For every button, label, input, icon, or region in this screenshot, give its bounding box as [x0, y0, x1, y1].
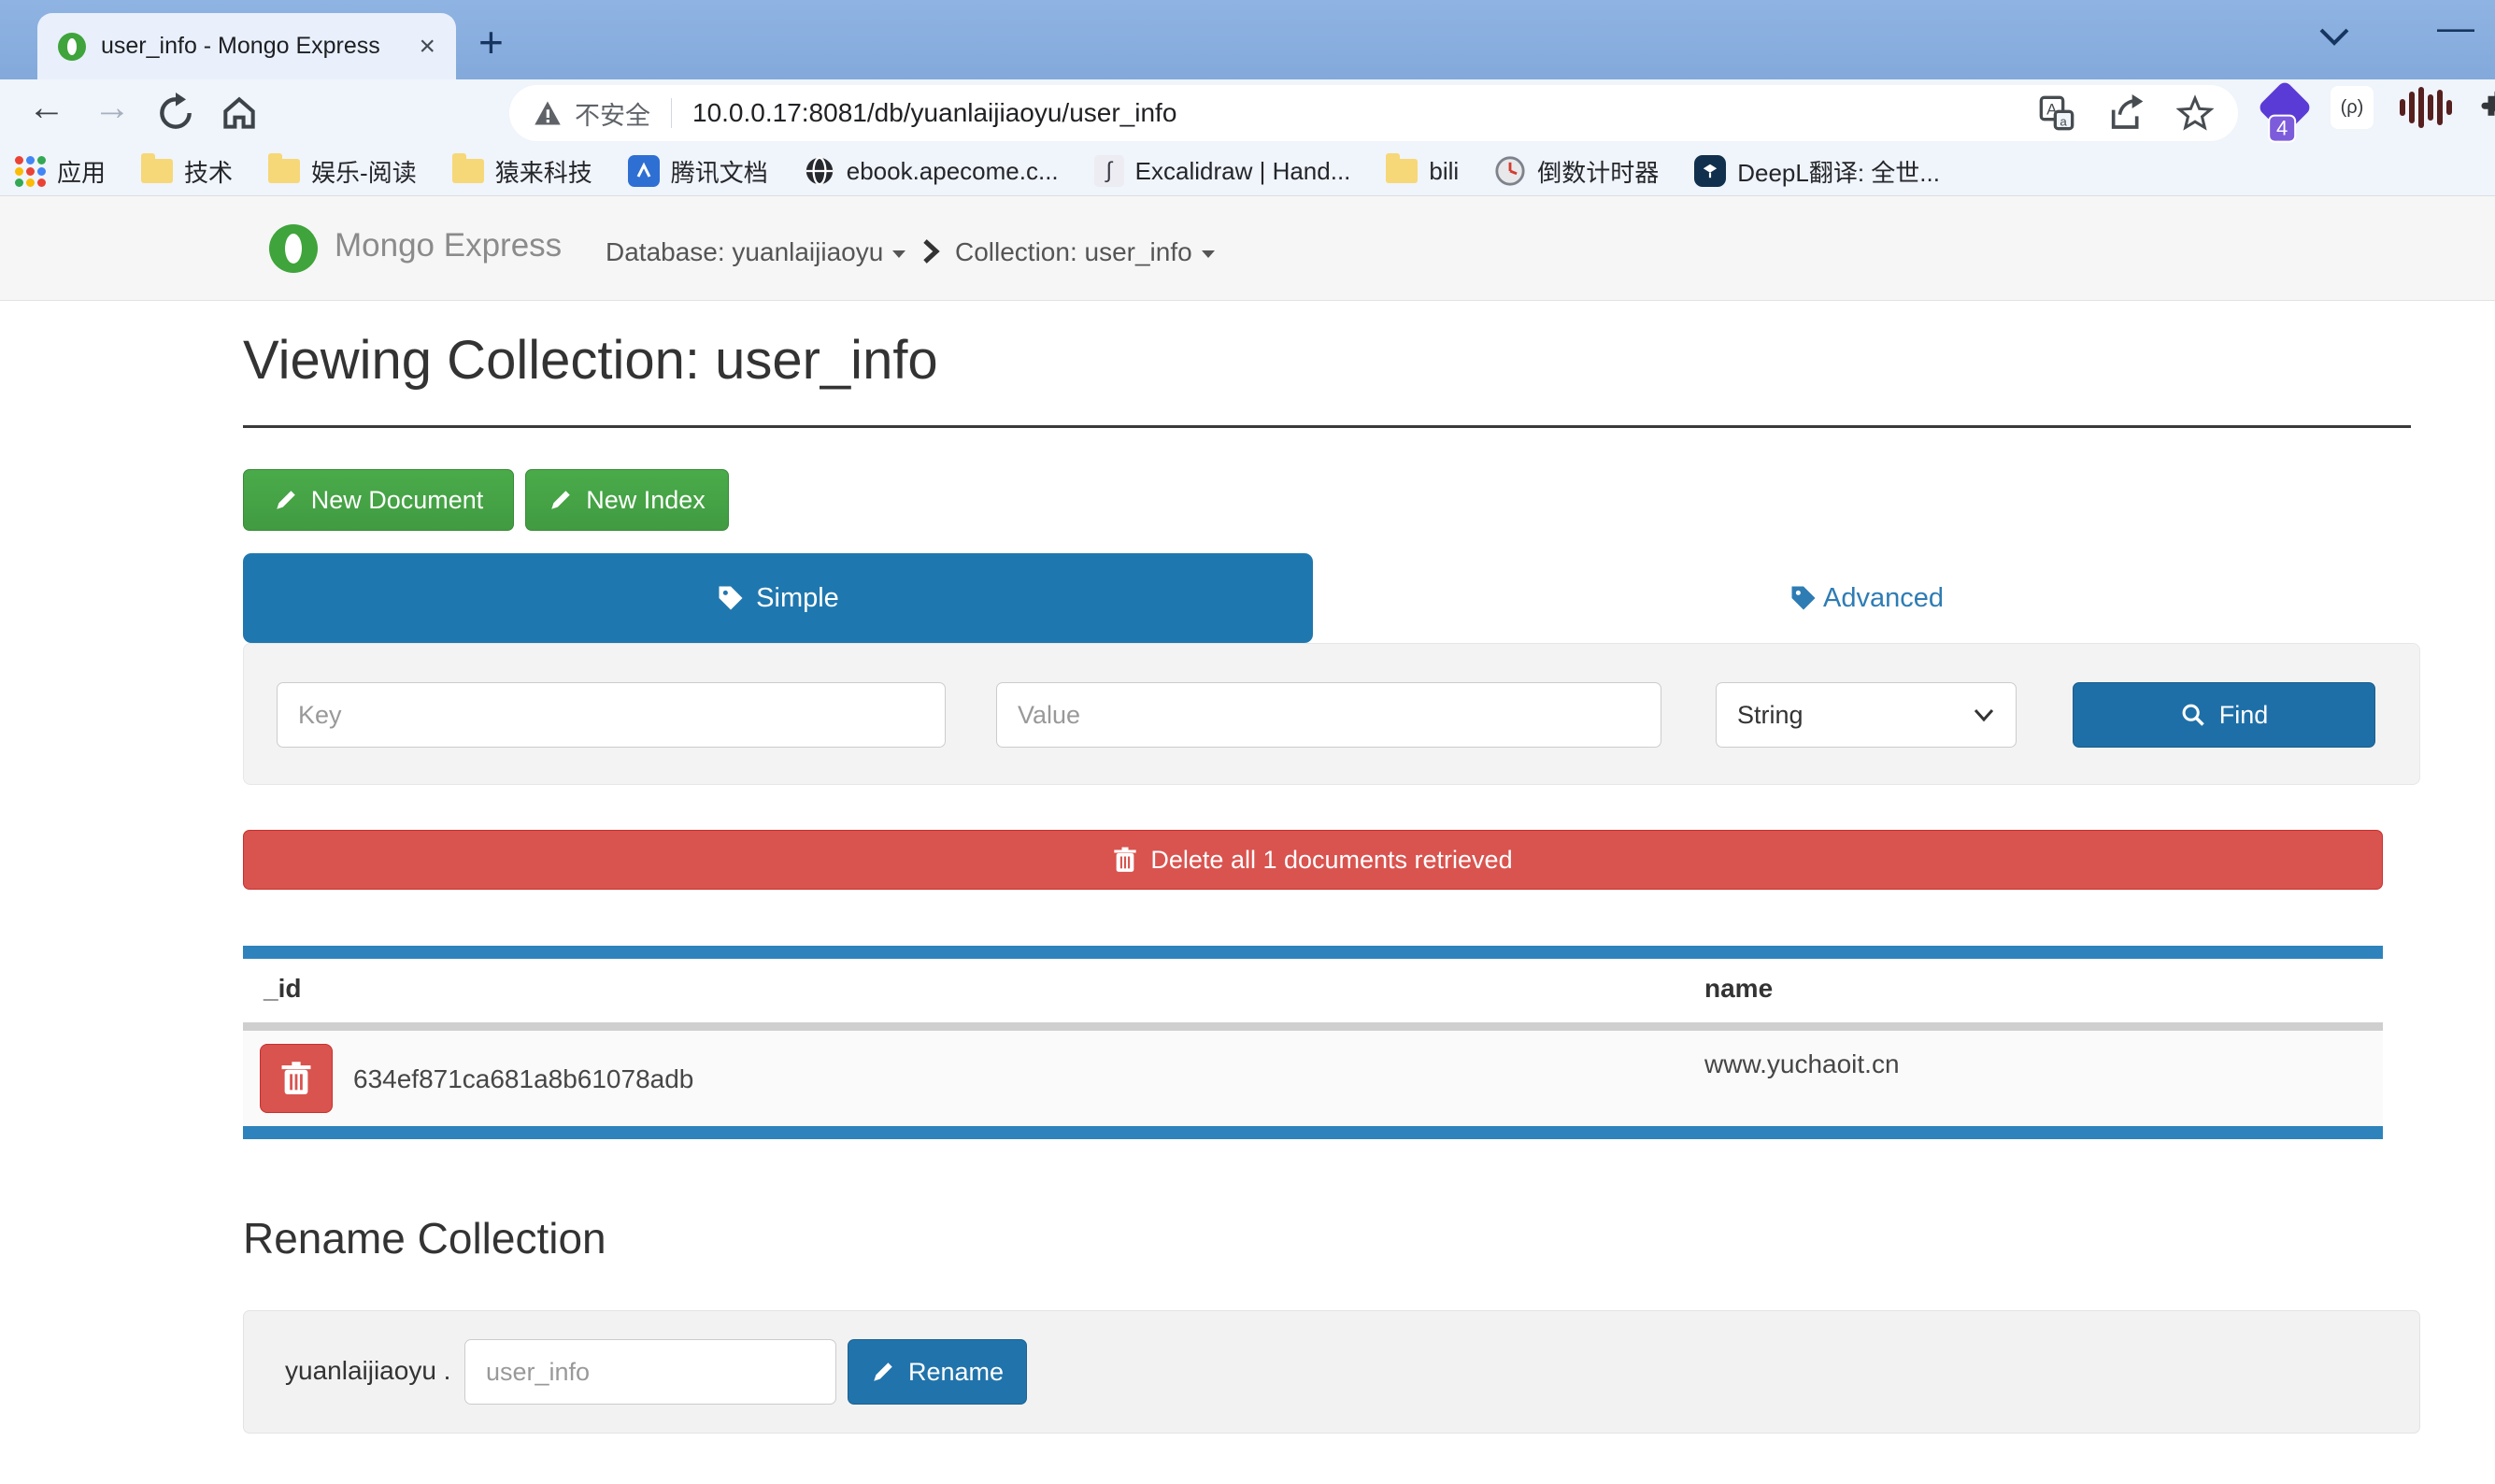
security-status-label[interactable]: 不安全	[575, 95, 650, 132]
document-name-cell: www.yuchaoit.cn	[1704, 1049, 1900, 1079]
delete-document-button[interactable]	[260, 1044, 333, 1113]
mongo-express-logo[interactable]	[269, 224, 318, 273]
table-top-border	[243, 946, 2383, 959]
new-document-button[interactable]: New Document	[243, 469, 514, 531]
address-bar[interactable]: 不安全 10.0.0.17:8081/db/yuanlaijiaoyu/user…	[509, 85, 2238, 141]
tag-icon	[1789, 584, 1818, 612]
extension-badge: 4	[2268, 115, 2296, 143]
purple-extension-icon[interactable]: 4	[2257, 79, 2312, 135]
page-title: Viewing Collection: user_info	[243, 329, 938, 392]
bookmark-excalidraw[interactable]: ∫ Excalidraw | Hand...	[1094, 155, 1351, 187]
tencent-docs-icon	[628, 155, 660, 187]
bookmark-folder-tech[interactable]: 技术	[141, 154, 233, 189]
chevron-down-icon	[892, 250, 905, 258]
browser-window: user_info - Mongo Express × + — ← → 不安全 …	[0, 0, 2495, 1484]
apps-grid-icon	[15, 156, 46, 187]
value-input[interactable]	[996, 682, 1661, 748]
column-header-id[interactable]: _id	[264, 974, 301, 1004]
bookmark-countdown-timer[interactable]: 倒数计时器	[1494, 154, 1659, 189]
mongo-express-navbar: Mongo Express Database: yuanlaijiaoyu Co…	[0, 196, 2495, 301]
excalidraw-icon: ∫	[1094, 155, 1124, 187]
home-button[interactable]	[219, 93, 260, 134]
folder-icon	[268, 159, 300, 183]
bookmark-ebook[interactable]: ebook.apecome.c...	[804, 155, 1059, 187]
extensions-puzzle-icon[interactable]	[2478, 88, 2495, 127]
folder-icon	[1386, 159, 1418, 183]
header-separator	[243, 1022, 2383, 1031]
translate-icon[interactable]: Aa	[2038, 94, 2075, 132]
bookmarks-bar: 应用 技术 娱乐-阅读 猿来科技 腾讯文档 ebook.apecome.c...	[0, 147, 2495, 196]
title-divider	[243, 425, 2411, 428]
share-icon[interactable]	[2107, 94, 2145, 132]
database-prefix-label: yuanlaijiaoyu .	[285, 1356, 450, 1386]
find-button[interactable]: Find	[2073, 682, 2375, 748]
document-id-cell[interactable]: 634ef871ca681a8b61078adb	[353, 1064, 693, 1094]
waveform-extension-icon[interactable]	[2400, 86, 2452, 129]
deepl-icon	[1694, 155, 1726, 187]
new-index-button[interactable]: New Index	[525, 469, 729, 531]
brand-title[interactable]: Mongo Express	[335, 227, 562, 264]
bookmark-folder-entertainment[interactable]: 娱乐-阅读	[268, 154, 417, 189]
breadcrumb-chevron-icon	[920, 237, 941, 265]
folder-icon	[141, 159, 173, 183]
bookmark-tencent-docs[interactable]: 腾讯文档	[628, 154, 768, 189]
clock-icon	[1494, 155, 1526, 187]
url-divider	[671, 98, 672, 128]
folder-icon	[452, 159, 484, 183]
forward-button[interactable]: →	[93, 87, 131, 129]
url-text[interactable]: 10.0.0.17:8081/db/yuanlaijiaoyu/user_inf…	[692, 98, 2019, 128]
bookmark-folder-bili[interactable]: bili	[1386, 157, 1459, 186]
rename-button[interactable]: Rename	[848, 1339, 1027, 1405]
tag-icon	[717, 584, 745, 612]
type-select[interactable]: String	[1716, 682, 2017, 748]
pencil-icon	[274, 488, 298, 512]
bookmark-folder-yuanlai[interactable]: 猿来科技	[452, 154, 592, 189]
tab-title: user_info - Mongo Express	[101, 33, 407, 60]
tab-advanced[interactable]: Advanced	[1313, 553, 2420, 643]
column-header-name[interactable]: name	[1704, 974, 1773, 1004]
not-secure-warning-icon	[534, 100, 562, 126]
tab-strip: user_info - Mongo Express × + —	[0, 0, 2495, 79]
rho-extension-icon[interactable]: (ρ)	[2331, 86, 2374, 129]
tab-close-icon[interactable]: ×	[419, 33, 435, 61]
rename-panel: yuanlaijiaoyu . Rename	[243, 1310, 2420, 1434]
breadcrumb-collection[interactable]: Collection: user_info	[955, 237, 1215, 267]
reload-button[interactable]	[155, 93, 196, 134]
extension-icons: 4 (ρ)	[2265, 86, 2495, 129]
search-icon	[2180, 702, 2206, 728]
table-row: 634ef871ca681a8b61078adb www.yuchaoit.cn	[243, 1031, 2383, 1126]
rename-input[interactable]	[464, 1339, 836, 1405]
chevron-down-icon	[1202, 250, 1215, 258]
globe-icon	[804, 155, 835, 187]
key-input[interactable]	[277, 682, 946, 748]
minimize-window-button[interactable]: —	[2437, 7, 2474, 50]
bookmark-star-icon[interactable]	[2176, 94, 2214, 132]
mongo-express-favicon-icon	[58, 33, 86, 61]
tab-search-chevron-icon[interactable]	[2316, 24, 2353, 49]
chevron-down-icon	[1973, 707, 1995, 722]
tab-simple[interactable]: Simple	[243, 553, 1313, 643]
pencil-icon	[871, 1360, 895, 1384]
rename-heading: Rename Collection	[243, 1213, 606, 1263]
new-tab-button[interactable]: +	[478, 17, 504, 67]
pencil-icon	[549, 488, 573, 512]
bookmark-deepl[interactable]: DeepL翻译: 全世...	[1694, 154, 1940, 189]
trash-icon	[1113, 847, 1137, 873]
bookmark-apps[interactable]: 应用	[15, 154, 106, 189]
back-button[interactable]: ←	[28, 87, 65, 129]
delete-all-button[interactable]: Delete all 1 documents retrieved	[243, 830, 2383, 890]
trash-icon	[280, 1061, 312, 1096]
table-bottom-border	[243, 1126, 2383, 1139]
svg-text:a: a	[2060, 114, 2067, 128]
browser-tab[interactable]: user_info - Mongo Express ×	[37, 13, 456, 79]
breadcrumb-database[interactable]: Database: yuanlaijiaoyu	[606, 237, 905, 267]
